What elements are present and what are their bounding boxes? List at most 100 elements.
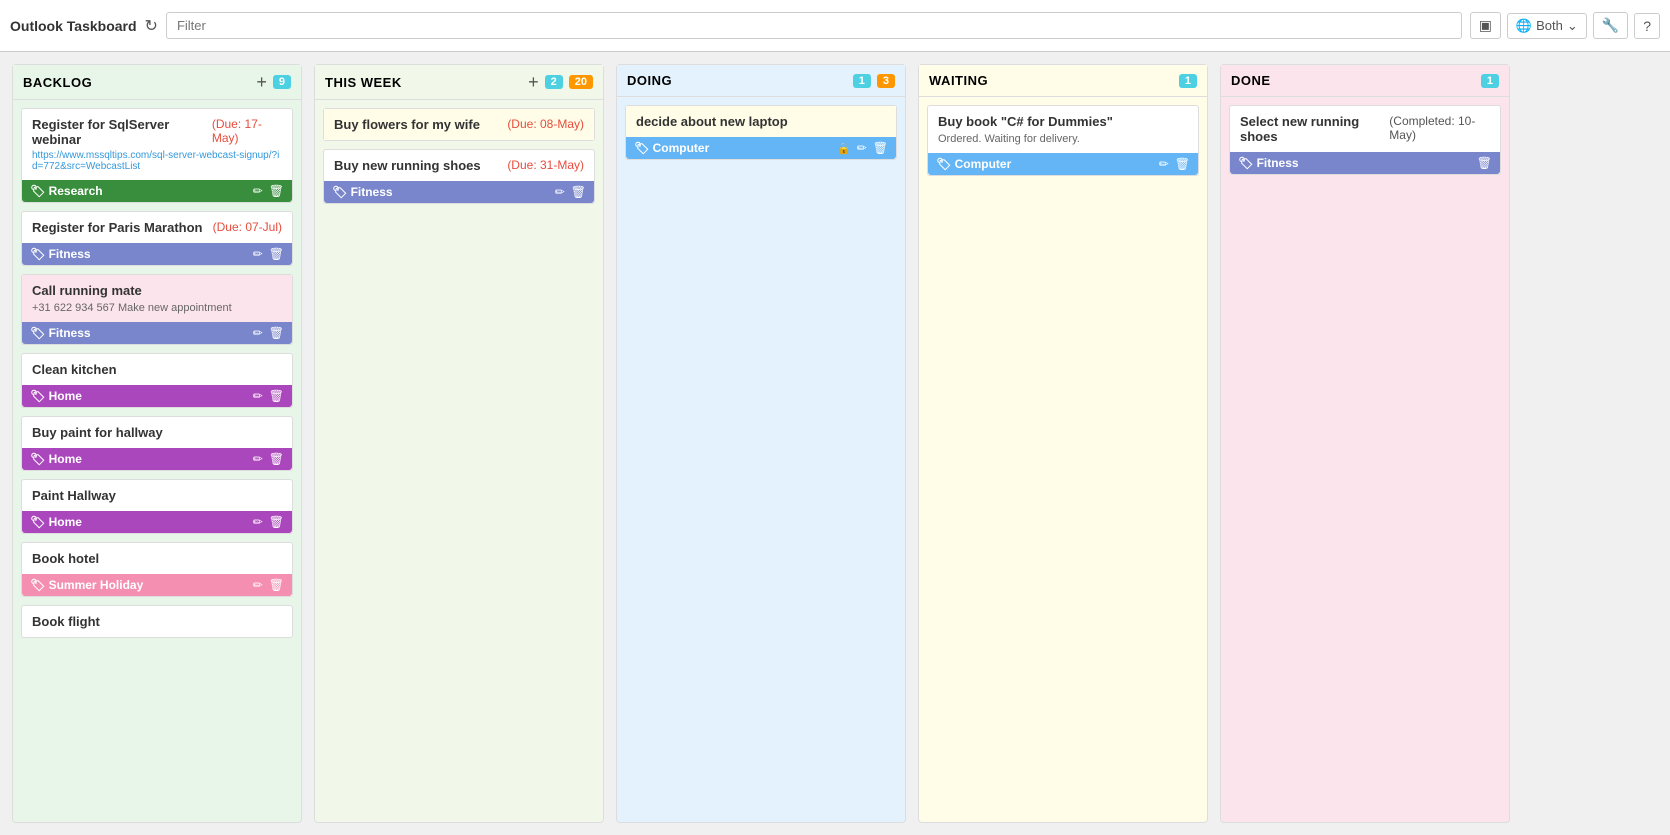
card-title: Register for SqlServer webinar [32, 117, 206, 147]
card-title: Book flight [32, 614, 100, 629]
column-done: DONE 1 Select new running shoes(Completed:… [1220, 64, 1510, 823]
card-done-0: Select new running shoes(Completed: 10-M… [1229, 105, 1501, 175]
card-body-backlog-1: Register for Paris Marathon (Due: 07-Jul) [22, 212, 292, 243]
card-title: Register for Paris Marathon [32, 220, 203, 235]
delete-button[interactable]: 🗑 [1477, 156, 1492, 170]
both-button[interactable]: 🌐 Both ⌄ [1507, 13, 1587, 39]
column-header-doing: DOING13 [617, 65, 905, 97]
globe-icon: 🌐 [1516, 18, 1532, 34]
tag-label: 🏷 Home [30, 452, 82, 466]
column-title-done: DONE [1231, 73, 1475, 88]
add-card-button-thisweek[interactable]: + [528, 73, 539, 91]
edit-button[interactable]: ✏ [253, 452, 263, 466]
tag-label: 🏷 Computer [936, 157, 1011, 171]
tag-bar: 🏷 Fitness ✏ 🗑 [22, 322, 292, 344]
card-completed: (Completed: 10-May) [1389, 114, 1490, 142]
card-body-text: Ordered. Waiting for delivery. [938, 133, 1188, 145]
delete-button[interactable]: 🗑 [269, 578, 284, 592]
both-label: Both [1536, 18, 1563, 33]
tag-label: 🏷 Computer [634, 141, 709, 155]
badge-count-done: 1 [1481, 74, 1499, 88]
delete-button[interactable]: 🗑 [269, 515, 284, 529]
card-body-thisweek-0: Buy flowers for my wife (Due: 08-May) [324, 109, 594, 140]
tag-bar: 🏷 Summer Holiday ✏ 🗑 [22, 574, 292, 596]
app-title: Outlook Taskboard [10, 18, 137, 34]
refresh-button[interactable]: ↻ [145, 16, 158, 36]
card-waiting-0: Buy book "C# for Dummies"Ordered. Waitin… [927, 105, 1199, 176]
card-due: (Due: 08-May) [507, 117, 584, 131]
tag-bar: 🏷 Home ✏ 🗑 [22, 385, 292, 407]
filter-input[interactable] [166, 12, 1462, 39]
delete-button[interactable]: 🗑 [571, 185, 586, 199]
tag-bar: 🏷 Research ✏ 🗑 [22, 180, 292, 202]
tag-bar: 🏷 Home ✏ 🗑 [22, 448, 292, 470]
card-body-backlog-6: Book hotel [22, 543, 292, 574]
card-body-doing-0: decide about new laptop [626, 106, 896, 137]
badge-count-thisweek: 2 [545, 75, 563, 89]
card-backlog-6: Book hotel 🏷 Summer Holiday ✏ 🗑 [21, 542, 293, 597]
card-body-backlog-3: Clean kitchen [22, 354, 292, 385]
card-body-backlog-7: Book flight [22, 606, 292, 637]
delete-button[interactable]: 🗑 [269, 184, 284, 198]
delete-button[interactable]: 🗑 [269, 247, 284, 261]
calendar-icon-btn[interactable]: ▣ [1470, 12, 1501, 39]
column-backlog: BACKLOG+9Register for SqlServer webinar(… [12, 64, 302, 823]
card-title: Call running mate [32, 283, 142, 298]
badge-count2-doing: 3 [877, 74, 895, 88]
delete-button[interactable]: 🗑 [873, 141, 888, 155]
delete-button[interactable]: 🗑 [269, 326, 284, 340]
column-doing: DOING13 decide about new laptop 🏷 Computer… [616, 64, 906, 823]
tag-bar: 🏷 Fitness🗑 [1230, 152, 1500, 174]
tag-label: 🏷 Home [30, 389, 82, 403]
column-thisweek: THIS WEEK+220Buy flowers for my wife(Due… [314, 64, 604, 823]
card-body-backlog-2: Call running mate +31 622 934 567 Make ne… [22, 275, 292, 322]
card-body-backlog-0: Register for SqlServer webinar(Due: 17-M… [22, 109, 292, 180]
edit-button[interactable]: ✏ [253, 515, 263, 529]
card-title: Select new running shoes [1240, 114, 1383, 144]
column-title-thisweek: THIS WEEK [325, 75, 522, 90]
column-header-done: DONE 1 [1221, 65, 1509, 97]
wrench-button[interactable]: 🔧 [1593, 12, 1628, 39]
chevron-down-icon: ⌄ [1567, 18, 1578, 34]
edit-button[interactable]: ✏ [253, 247, 263, 261]
edit-button[interactable]: ✏ [253, 578, 263, 592]
tag-label: 🏷 Research [30, 184, 103, 198]
card-backlog-1: Register for Paris Marathon (Due: 07-Jul)… [21, 211, 293, 266]
tag-label: 🏷 Fitness [332, 185, 393, 199]
cards-area-thisweek: Buy flowers for my wife(Due: 08-May)Buy … [315, 100, 603, 822]
card-due: (Due: 07-Jul) [213, 220, 282, 234]
tag-bar: 🏷 Fitness ✏ 🗑 [324, 181, 594, 203]
tag-label: 🏷 Fitness [30, 326, 91, 340]
column-header-backlog: BACKLOG+9 [13, 65, 301, 100]
card-title: Buy flowers for my wife [334, 117, 480, 132]
edit-button[interactable]: ✏ [857, 141, 867, 155]
edit-button[interactable]: ✏ [253, 326, 263, 340]
card-doing-0: decide about new laptop 🏷 Computer 🔒 ✏ 🗑 [625, 105, 897, 160]
edit-button[interactable]: ✏ [1159, 157, 1169, 171]
board: BACKLOG+9Register for SqlServer webinar(… [0, 52, 1670, 835]
edit-button[interactable]: ✏ [555, 185, 565, 199]
card-body-waiting-0: Buy book "C# for Dummies"Ordered. Waitin… [928, 106, 1198, 153]
column-header-waiting: WAITING1 [919, 65, 1207, 97]
delete-button[interactable]: 🗑 [269, 389, 284, 403]
add-card-button-backlog[interactable]: + [256, 73, 267, 91]
card-backlog-7: Book flight [21, 605, 293, 638]
tag-label: 🏷 Summer Holiday [30, 578, 143, 592]
delete-button[interactable]: 🗑 [1175, 157, 1190, 171]
card-thisweek-0: Buy flowers for my wife (Due: 08-May) [323, 108, 595, 141]
card-body-text: +31 622 934 567 Make new appointment [32, 302, 282, 314]
card-link[interactable]: https://www.mssqltips.com/sql-server-web… [32, 150, 282, 172]
card-title: Buy new running shoes [334, 158, 481, 173]
card-title: Paint Hallway [32, 488, 116, 503]
cards-area-done: Select new running shoes(Completed: 10-M… [1221, 97, 1509, 822]
edit-button[interactable]: ✏ [253, 184, 263, 198]
lock-button[interactable]: 🔒 [837, 141, 851, 155]
tag-bar: 🏷 Computer ✏ 🗑 [928, 153, 1198, 175]
edit-button[interactable]: ✏ [253, 389, 263, 403]
card-body-thisweek-1: Buy new running shoes(Due: 31-May) [324, 150, 594, 181]
delete-button[interactable]: 🗑 [269, 452, 284, 466]
column-header-thisweek: THIS WEEK+220 [315, 65, 603, 100]
help-button[interactable]: ? [1634, 13, 1660, 39]
badge-count-waiting: 1 [1179, 74, 1197, 88]
card-body-backlog-4: Buy paint for hallway [22, 417, 292, 448]
